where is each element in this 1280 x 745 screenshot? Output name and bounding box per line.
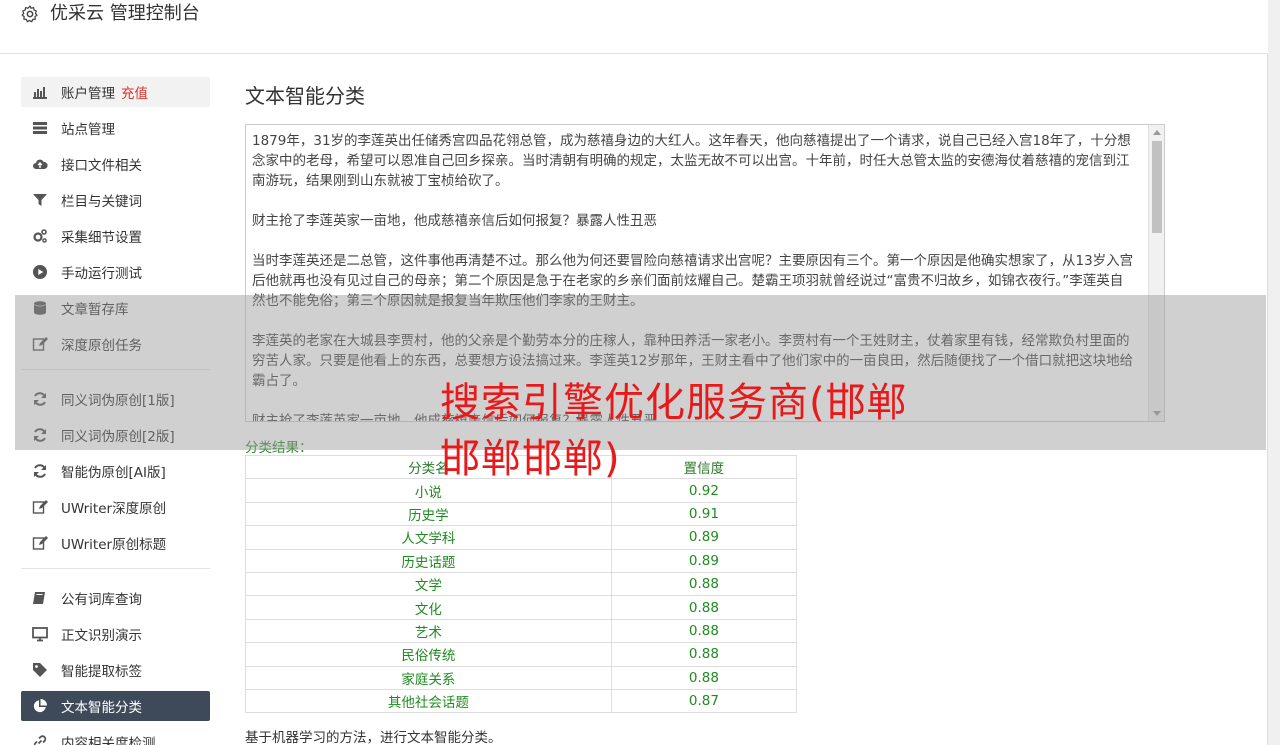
sidebar-item-interface-files[interactable]: 接口文件相关 <box>21 149 210 179</box>
table-row: 历史学 0.91 <box>245 501 798 527</box>
server-icon <box>31 119 49 137</box>
refresh-icon <box>31 462 49 480</box>
category-cell: 文化 <box>245 595 612 620</box>
sidebar-item-label: 智能提取标签 <box>61 664 142 680</box>
sidebar-item-sites[interactable]: 站点管理 <box>21 113 210 143</box>
method-footnote: 基于机器学习的方法，进行文本智能分类。 <box>245 730 502 745</box>
category-cell: 民俗传统 <box>245 642 612 667</box>
article-paragraph: 1879年，31岁的李莲英出任储秀宫四品花翎总管，成为慈禧身边的大红人。这年春天… <box>252 133 1131 189</box>
scrollbar-thumb[interactable] <box>1152 141 1162 233</box>
sidebar-item-label: 内容相关度检测 <box>61 736 156 745</box>
score-cell: 0.89 <box>610 525 798 550</box>
table-row: 人文学科 0.89 <box>245 525 798 550</box>
edit-icon <box>31 534 49 552</box>
edit-icon <box>31 498 49 516</box>
sidebar-item-uwriter-deep[interactable]: UWriter深度原创 <box>21 492 210 522</box>
category-cell: 历史学 <box>245 501 612 527</box>
sidebar-item-account[interactable]: 账户管理 充值 <box>21 77 210 107</box>
link-icon <box>31 733 49 745</box>
sidebar-item-smart-tags[interactable]: 智能提取标签 <box>21 655 210 685</box>
score-cell: 0.91 <box>610 501 798 527</box>
sidebar-item-label: 手动运行测试 <box>61 266 142 282</box>
top-header: 优采云 管理控制台 <box>0 0 1268 54</box>
table-row: 历史话题 0.89 <box>245 548 798 573</box>
table-row: 民俗传统 0.88 <box>245 642 798 667</box>
category-cell: 其他社会话题 <box>245 688 612 714</box>
bar-chart-icon <box>31 83 49 101</box>
recharge-link[interactable]: 充值 <box>121 82 148 102</box>
sidebar-item-public-dictionary[interactable]: 公有词库查询 <box>21 583 210 613</box>
score-cell: 0.89 <box>610 548 798 573</box>
category-cell: 艺术 <box>245 618 612 644</box>
table-row: 艺术 0.88 <box>245 618 798 644</box>
sidebar-item-relevance-check[interactable]: 内容相关度检测 <box>21 727 210 745</box>
table-row: 家庭关系 0.88 <box>245 665 798 690</box>
scroll-up-arrow-icon[interactable] <box>1153 130 1161 135</box>
sidebar-item-manual-run[interactable]: 手动运行测试 <box>21 257 210 287</box>
category-cell: 人文学科 <box>245 525 612 550</box>
score-cell: 0.87 <box>610 688 798 714</box>
main-content: 文本智能分类 1879年，31岁的李莲英出任储秀宫四品花翎总管，成为慈禧身边的大… <box>245 80 1165 745</box>
sidebar-item-label: 公有词库查询 <box>61 592 142 608</box>
sidebar-item-label: 接口文件相关 <box>61 158 142 174</box>
sidebar-item-label: 账户管理 <box>61 86 115 102</box>
play-circle-icon <box>31 263 49 281</box>
sidebar-item-label: 栏目与关键词 <box>61 194 142 210</box>
monitor-icon <box>31 625 49 643</box>
sidebar-item-columns-keywords[interactable]: 栏目与关键词 <box>21 185 210 215</box>
sidebar-item-label: 智能伪原创[AI版] <box>61 465 166 481</box>
table-row: 文学 0.88 <box>245 571 798 597</box>
score-cell: 0.88 <box>610 665 798 690</box>
score-cell: 0.88 <box>610 642 798 667</box>
tag-icon <box>31 661 49 679</box>
page-title: 文本智能分类 <box>245 84 365 108</box>
sidebar-item-label: UWriter深度原创 <box>61 501 167 517</box>
sidebar-item-label: UWriter原创标题 <box>61 537 167 553</box>
sidebar-item-text-classification[interactable]: 文本智能分类 <box>21 691 210 721</box>
gear-icon <box>21 5 38 23</box>
sidebar-item-uwriter-title[interactable]: UWriter原创标题 <box>21 528 210 558</box>
book-icon <box>31 589 49 607</box>
sidebar-item-label: 文本智能分类 <box>61 700 142 716</box>
sidebar-item-label: 采集细节设置 <box>61 230 142 246</box>
score-cell: 0.88 <box>610 595 798 620</box>
sidebar-item-label: 正文识别演示 <box>61 628 142 644</box>
score-cell: 0.88 <box>610 571 798 597</box>
sidebar-item-ai-rewrite[interactable]: 智能伪原创[AI版] <box>21 456 210 486</box>
classification-table: 分类名 置信度 小说 0.92 历史学 0.91 人文学科 0.89 历史话题 0.89… <box>245 454 798 714</box>
cloud-upload-icon <box>31 155 49 173</box>
category-cell: 家庭关系 <box>245 665 612 690</box>
console-title: 优采云 管理控制台 <box>50 3 200 24</box>
article-paragraph: 财主抢了李莲英家一亩地，他成慈禧亲信后如何报复？暴露人性丑恶 <box>252 213 657 229</box>
sidebar-item-label: 站点管理 <box>61 122 115 138</box>
score-cell: 0.88 <box>610 618 798 644</box>
pie-chart-icon <box>31 697 49 715</box>
sidebar-item-content-extraction[interactable]: 正文识别演示 <box>21 619 210 649</box>
category-cell: 历史话题 <box>245 548 612 573</box>
filter-icon <box>31 191 49 209</box>
sidebar-item-collect-settings[interactable]: 采集细节设置 <box>21 221 210 251</box>
gears-icon <box>31 227 49 245</box>
sidebar-divider <box>21 568 210 569</box>
table-row: 其他社会话题 0.87 <box>245 688 798 714</box>
watermark-text: 搜索引擎优化服务商(邯郸邯郸邯郸) <box>440 380 908 482</box>
table-row: 文化 0.88 <box>245 595 798 620</box>
category-cell: 文学 <box>245 571 612 597</box>
